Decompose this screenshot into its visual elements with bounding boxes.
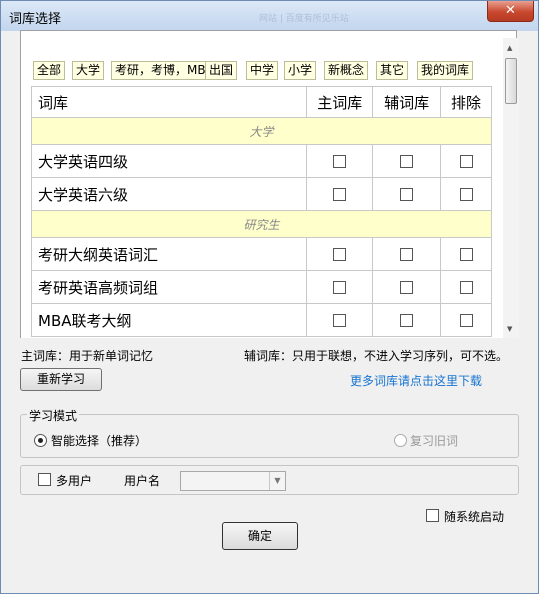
multi-user-label: 多用户 [56,474,93,488]
aux-checkbox[interactable] [400,314,414,327]
filter-all[interactable]: 全部 [33,61,66,80]
category-row: 大学 [31,117,492,145]
scroll-thumb[interactable] [505,58,517,104]
exclude-checkbox[interactable] [459,314,473,327]
title-bar[interactable]: 词库选择 网站 | 百度有所见乐站 ✕ [1,1,538,31]
multi-user-checkbox[interactable] [38,473,51,486]
study-mode-legend: 学习模式 [27,407,80,424]
close-button[interactable]: ✕ [487,1,534,22]
title-ghost-text: 网站 | 百度有所见乐站 [259,14,349,24]
header-aux: 辅词库 [372,86,442,118]
scroll-up-icon[interactable]: ▲ [507,44,512,52]
filter-postgrad[interactable]: 考研，考博，MBA [111,61,218,80]
category-row: 研究生 [31,210,492,238]
filter-primary[interactable]: 小学 [284,61,317,80]
main-checkbox[interactable] [333,188,347,201]
main-checkbox[interactable] [333,281,347,294]
table-row: 大学英语六级 [30,177,492,211]
filter-new-concept[interactable]: 新概念 [324,61,369,80]
filter-abroad[interactable]: 出国 [205,61,238,80]
aux-checkbox[interactable] [400,155,414,168]
filter-my-library[interactable]: 我的词库 [417,61,474,80]
library-name: 考研大纲英语词汇 [30,237,308,271]
exclude-checkbox[interactable] [459,281,473,294]
smart-mode-label[interactable]: 智能选择（推荐） [51,432,147,449]
scroll-down-icon[interactable]: ▼ [507,325,512,333]
main-checkbox[interactable] [333,314,347,327]
aux-checkbox[interactable] [400,188,414,201]
close-icon: ✕ [505,3,516,18]
category-label: 大学 [31,117,492,145]
startup-checkbox[interactable] [426,509,439,522]
table-row: MBA联考大纲 [30,303,492,337]
main-checkbox[interactable] [333,248,347,261]
category-label: 研究生 [31,210,492,238]
aux-checkbox[interactable] [400,248,414,261]
more-libraries-link[interactable]: 更多词库请点击这里下载 [350,372,482,389]
username-select[interactable]: ▼ [180,471,286,491]
filter-college[interactable]: 大学 [72,61,105,80]
library-name: 考研英语高频词组 [30,270,308,304]
table-row: 考研大纲英语词汇 [30,237,492,271]
table-row: 考研英语高频词组 [30,270,492,304]
library-table: 词库 主词库 辅词库 排除 大学 大学英语四级 大学英语六级 研究生 考研大纲英… [30,86,492,337]
filter-middle[interactable]: 中学 [246,61,279,80]
review-mode-radio[interactable] [394,434,407,447]
library-name: MBA联考大纲 [30,303,308,337]
username-label: 用户名 [124,474,161,488]
filter-other[interactable]: 其它 [376,61,409,80]
main-library-note: 主词库：用于新单词记忆 [21,349,154,363]
header-main: 主词库 [306,86,374,118]
table-header-row: 词库 主词库 辅词库 排除 [30,86,492,118]
startup-label: 随系统启动 [444,510,505,524]
library-name: 大学英语六级 [30,177,308,211]
exclude-checkbox[interactable] [459,155,473,168]
review-mode-label[interactable]: 复习旧词 [410,432,458,449]
header-exclude: 排除 [440,86,492,118]
header-library: 词库 [30,86,308,118]
chevron-down-icon[interactable]: ▼ [269,472,285,490]
exclude-checkbox[interactable] [459,188,473,201]
exclude-checkbox[interactable] [459,248,473,261]
smart-mode-radio[interactable] [34,434,47,447]
window-title: 词库选择 [9,12,62,27]
main-checkbox[interactable] [333,155,347,168]
library-name: 大学英语四级 [30,144,308,178]
table-row: 大学英语四级 [30,144,492,178]
relearn-button[interactable]: 重新学习 [20,368,102,391]
library-scrollbar[interactable]: ▲ ▼ [503,38,519,338]
aux-library-note: 辅词库：只用于联想，不进入学习序列，可不选。 [244,349,509,363]
aux-checkbox[interactable] [400,281,414,294]
ok-button[interactable]: 确定 [222,522,298,550]
